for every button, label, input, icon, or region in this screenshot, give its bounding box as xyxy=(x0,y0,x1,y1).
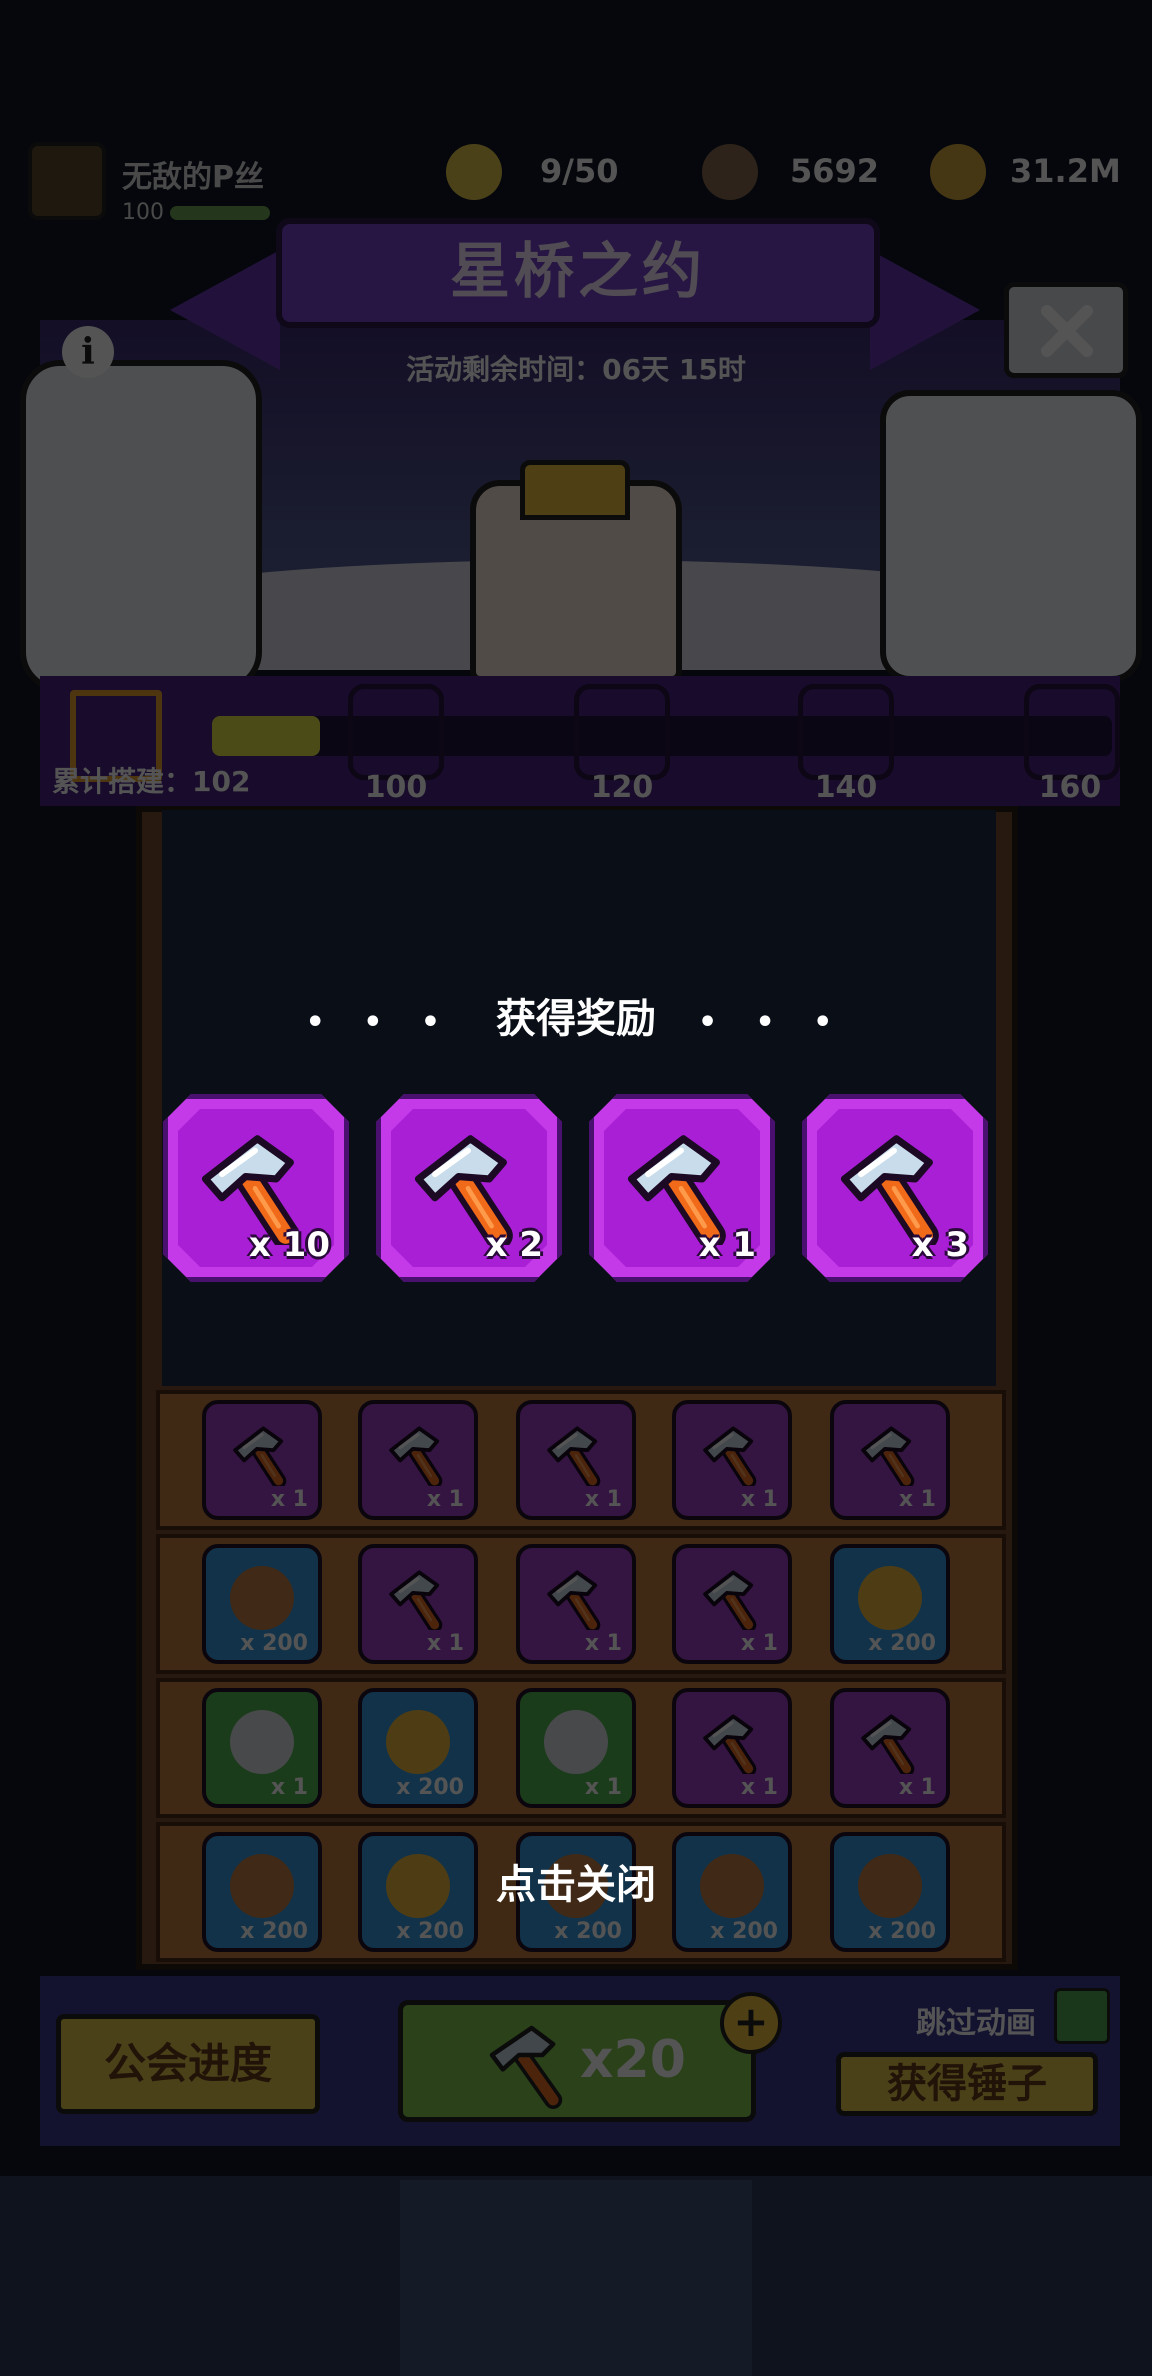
reward-card: x 10 xyxy=(163,1094,349,1282)
reward-card: x 3 xyxy=(802,1094,988,1282)
reward-header: • • • 获得奖励 • • • xyxy=(0,986,1152,1044)
reward-count: x 2 xyxy=(485,1225,543,1265)
reward-count: x 10 xyxy=(248,1225,330,1265)
dots-left: • • • xyxy=(305,1005,455,1040)
tap-to-close[interactable]: 点击关闭 xyxy=(0,1852,1152,1910)
reward-count: x 1 xyxy=(698,1225,756,1265)
reward-overlay[interactable]: • • • 获得奖励 • • • x 10 x 2 x 1 x 3 点击关闭 xyxy=(0,0,1152,2376)
reward-title: 获得奖励 xyxy=(496,996,656,1042)
dots-right: • • • xyxy=(697,1005,847,1040)
reward-count: x 3 xyxy=(911,1225,969,1265)
reward-card: x 2 xyxy=(376,1094,562,1282)
reward-card: x 1 xyxy=(589,1094,775,1282)
